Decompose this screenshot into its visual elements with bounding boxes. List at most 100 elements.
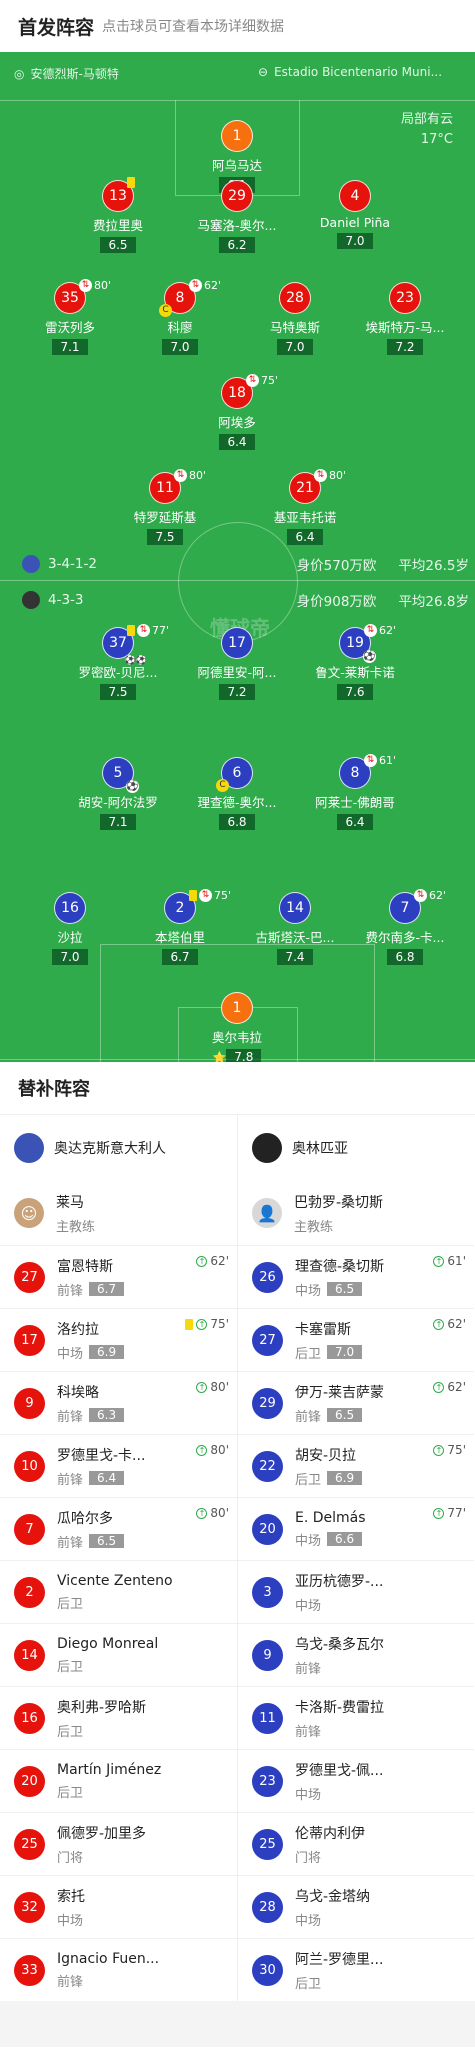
sub-player-position: 前锋 [57, 1409, 84, 1425]
sub-player-position: 门将 [57, 1850, 84, 1866]
sub-player-number: 20 [252, 1513, 283, 1545]
sub-player-rating: 6.9 [327, 1471, 363, 1485]
sub-player-info: Vicente Zenteno 后卫 [57, 1573, 173, 1612]
sub-in-minute: 80' [210, 1443, 229, 1457]
sub-player-meta: 门将 [295, 1847, 365, 1866]
sub-minute: 80' [329, 469, 347, 482]
sub-player-row[interactable]: 14 Diego Monreal 后卫 [0, 1623, 237, 1686]
sub-player-position: 前锋 [57, 1472, 84, 1488]
home-player[interactable]: 13 费拉里奥 6.5 [53, 177, 183, 253]
yellow-card-icon [185, 1318, 194, 1330]
sub-player-row[interactable]: 20 Martín Jiménez 后卫 [0, 1749, 237, 1812]
sub-player-meta: 中场 6.5 [295, 1280, 384, 1299]
sub-player-name: 亚历杭德罗-... [295, 1573, 384, 1590]
away-player[interactable]: 17 阿德里安-阿... 7.2 [172, 627, 302, 700]
player-rating: 7.1 [52, 339, 88, 355]
player-number-text: 37 [109, 635, 127, 651]
sub-player-info: Diego Monreal 后卫 [57, 1636, 158, 1675]
home-player[interactable]: 8 C ⇅ 62' 科廖 7.0 [115, 279, 245, 355]
player-number: 4 [339, 180, 371, 212]
home-team-header[interactable]: 奥达克斯意大利人 [0, 1115, 237, 1181]
away-player[interactable]: 8 ⇅ 61' 阿莱士-佛朗哥 6.4 [290, 754, 420, 830]
home-player[interactable]: 21 ⇅ 80' 基亚韦托诺 6.4 [240, 469, 370, 545]
sub-player-row[interactable]: 30 阿兰-罗德里... 后卫 [238, 1938, 474, 2001]
away-player[interactable]: 19 ⚽ ⇅ 62' 鲁文-莱斯卡诺 7.6 [290, 624, 420, 700]
away-player[interactable]: 5 ⚽ 胡安-阿尔法罗 7.1 [53, 757, 183, 830]
sub-player-number: 22 [252, 1450, 283, 1482]
sub-player-row[interactable]: 32 索托 中场 [0, 1875, 237, 1938]
home-coach[interactable]: ☺ 莱马 主教练 [0, 1181, 237, 1245]
weather: 局部有云 17°C [401, 110, 453, 150]
player-events: ⇅ 80' [314, 469, 346, 482]
away-player[interactable]: 2 ⇅ 75' 本塔伯里 6.7 [115, 889, 245, 965]
sub-player-row[interactable]: 16 奥利弗-罗哈斯 后卫 [0, 1686, 237, 1749]
player-events: ⇅ 75' [246, 374, 278, 387]
away-player[interactable]: 1 奥尔韦拉 ⭐ 7.8 [172, 992, 302, 1062]
sub-player-row[interactable]: 28 乌戈-金塔纳 中场 [238, 1875, 474, 1938]
home-player[interactable]: 29 马塞洛-奥尔... 6.2 [172, 180, 302, 253]
away-player[interactable]: 6 C 理查德-奥尔... 6.8 [172, 757, 302, 830]
sub-player-row[interactable]: 11 卡洛斯-费雷拉 前锋 [238, 1686, 474, 1749]
sub-player-row[interactable]: 9 科埃略 前锋 6.3 ↑ 80' [0, 1371, 237, 1434]
sub-player-row[interactable]: 2 Vicente Zenteno 后卫 [0, 1560, 237, 1623]
player-name: 科廖 [167, 320, 193, 335]
sub-player-row[interactable]: 9 乌戈-桑多瓦尔 前锋 [238, 1623, 474, 1686]
home-player[interactable]: 23 埃斯特万-马... 7.2 [340, 282, 470, 355]
player-number-text: 35 [61, 290, 79, 306]
sub-player-row[interactable]: 17 洛约拉 中场 6.9 ↑ 75' [0, 1308, 237, 1371]
sub-player-number: 17 [14, 1324, 45, 1356]
sub-player-position: 后卫 [57, 1785, 84, 1801]
sub-player-row[interactable]: 3 亚历杭德罗-... 中场 [238, 1560, 474, 1623]
away-player[interactable]: 37 ⇅ 77' ⚽⚽ 罗密欧-贝尼... 7.5 [53, 624, 183, 700]
player-number-text: 1 [232, 128, 242, 144]
sub-player-info: 奥利弗-罗哈斯 后卫 [57, 1697, 146, 1740]
away-team-header[interactable]: 奥林匹亚 [238, 1115, 474, 1181]
sub-player-row[interactable]: 23 罗德里戈-佩... 中场 [238, 1749, 474, 1812]
sub-player-row[interactable]: 33 Ignacio Fuen... 前锋 [0, 1938, 237, 2001]
home-player[interactable]: 18 ⇅ 75' 阿埃多 6.4 [172, 374, 302, 450]
home-subs-column: 奥达克斯意大利人 ☺ 莱马 主教练 27 富恩特斯 前锋 6.7 ↑ 62' 17 洛约拉 中场 6.… [0, 1115, 237, 2001]
sub-player-number: 25 [14, 1828, 45, 1860]
sub-player-name: Vicente Zenteno [57, 1572, 173, 1589]
sub-in-event: ↑ 80' [196, 1443, 229, 1457]
sub-player-row[interactable]: 10 罗德里戈-卡... 前锋 6.4 ↑ 80' [0, 1434, 237, 1497]
sub-player-info: 罗德里戈-卡... 前锋 6.4 [57, 1445, 145, 1488]
away-avg-age: 平均26.8岁 [398, 594, 469, 610]
sub-player-number: 28 [252, 1891, 283, 1923]
player-rating: 7.0 [162, 339, 198, 355]
sub-player-name: 伦蒂内利伊 [295, 1825, 365, 1842]
sub-player-meta: 后卫 [295, 1973, 383, 1992]
away-coach[interactable]: 👤 巴勃罗-桑切斯 主教练 [238, 1181, 474, 1245]
sub-player-row[interactable]: 27 富恩特斯 前锋 6.7 ↑ 62' [0, 1245, 237, 1308]
player-number: 13 [102, 177, 135, 212]
sub-player-row[interactable]: 22 胡安-贝拉 后卫 6.9 ↑ 75' [238, 1434, 474, 1497]
away-player[interactable]: 7 ⇅ 62' 费尔南多-卡... 6.8 [340, 889, 470, 965]
sub-player-row[interactable]: 26 理查德-桑切斯 中场 6.5 ↑ 61' [238, 1245, 474, 1308]
sub-in-event: ↑ 62' [196, 1254, 229, 1268]
sub-player-row[interactable]: 25 伦蒂内利伊 门将 [238, 1812, 474, 1875]
sub-player-rating: 6.9 [89, 1345, 125, 1359]
player-name: 费拉里奥 [92, 218, 143, 233]
player-name: 特罗延斯基 [133, 510, 197, 525]
sub-player-name: 乌戈-金塔纳 [295, 1888, 371, 1905]
player-events [127, 177, 135, 188]
player-number-text: 23 [396, 290, 414, 306]
sub-minute: 75' [261, 374, 279, 387]
player-number: 8 C ⇅ 62' [159, 279, 221, 317]
sub-player-row[interactable]: 7 瓜哈尔多 前锋 6.5 ↑ 80' [0, 1497, 237, 1560]
sub-minute: 62' [204, 279, 222, 292]
yellow-card-icon [127, 177, 135, 188]
sub-player-row[interactable]: 27 卡塞雷斯 后卫 7.0 ↑ 62' [238, 1308, 474, 1371]
sub-player-row[interactable]: 29 伊万-莱吉萨蒙 前锋 6.5 ↑ 62' [238, 1371, 474, 1434]
substitution-icon: ⇅ [137, 624, 150, 637]
home-player[interactable]: 4 Daniel Piña 7.0 [290, 180, 420, 249]
sub-player-number: 7 [14, 1513, 45, 1545]
home-player[interactable]: 11 ⇅ 80' 特罗延斯基 7.5 [100, 469, 230, 545]
sub-player-position: 后卫 [295, 1346, 322, 1362]
sub-player-row[interactable]: 20 E. Delmás 中场 6.6 ↑ 77' [238, 1497, 474, 1560]
player-name: 费尔南多-卡... [365, 930, 445, 945]
player-number-text: 18 [228, 385, 246, 401]
sub-player-row[interactable]: 25 佩德罗-加里多 门将 [0, 1812, 237, 1875]
player-events: ⇅ 62' [364, 624, 396, 637]
rating-wrap: 6.7 [115, 946, 245, 965]
